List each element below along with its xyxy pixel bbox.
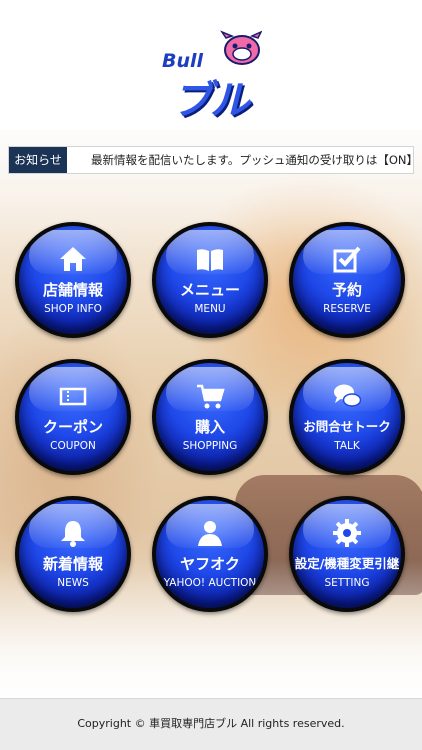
bell-icon (61, 521, 85, 547)
brand-logo: Bull ブル (160, 30, 270, 124)
checkbox-icon (333, 246, 361, 273)
menu-button-reserve[interactable]: 予約 RESERVE (289, 222, 405, 338)
book-icon (197, 249, 223, 271)
notice-bar[interactable]: お知らせ 最新情報を配信いたします。プッシュ通知の受け取りは【ON】でご設定くだ… (8, 146, 414, 174)
menu-label-en: SETTING (324, 577, 370, 589)
menu-label-en: TALK (334, 440, 360, 452)
copyright-text: Copyright © 車買取専門店ブル All rights reserved… (77, 717, 345, 730)
house-icon (60, 247, 86, 271)
menu-label-jp: 購入 (194, 418, 225, 436)
menu-label-jp: クーポン (42, 418, 103, 436)
menu-button-setting[interactable]: 設定/機種変更引継 SETTING (289, 496, 405, 612)
notice-label: お知らせ (9, 147, 67, 173)
menu-label-jp: 新着情報 (42, 555, 103, 573)
menu-label-en: YAHOO! AUCTION (163, 577, 257, 589)
notice-ticker-text: 最新情報を配信いたします。プッシュ通知の受け取りは【ON】でご設定ください。 (91, 153, 413, 167)
menu-label-en: SHOP INFO (44, 303, 102, 315)
bulldog-mascot-icon (220, 30, 262, 65)
menu-button-menu[interactable]: メニュー MENU (152, 222, 268, 338)
logo-main-text: ブル (172, 78, 250, 124)
menu-label-jp: 店舗情報 (42, 281, 103, 299)
chat-bubbles-icon (334, 384, 362, 407)
menu-label-en: SHOPPING (182, 440, 238, 452)
menu-label-jp: 予約 (331, 281, 362, 299)
menu-label-jp: 設定/機種変更引継 (294, 556, 400, 571)
footer: Copyright © 車買取専門店ブル All rights reserved… (0, 698, 422, 750)
menu-button-talk[interactable]: お問合せトーク TALK (289, 359, 405, 475)
menu-button-shopping[interactable]: 購入 SHOPPING (152, 359, 268, 475)
menu-label-en: NEWS (57, 577, 89, 589)
menu-label-en: MENU (194, 303, 226, 315)
menu-button-coupon[interactable]: クーポン COUPON (15, 359, 131, 475)
ticket-icon (59, 387, 87, 406)
menu-button-yahoo-auction[interactable]: ヤフオク YAHOO! AUCTION (152, 496, 268, 612)
menu-label-jp: お問合せトーク (303, 419, 391, 434)
menu-label-jp: ヤフオク (180, 555, 240, 573)
menu-label-en: RESERVE (323, 303, 371, 315)
cart-icon (197, 384, 225, 409)
gear-icon (333, 519, 361, 547)
menu-button-news[interactable]: 新着情報 NEWS (15, 496, 131, 612)
app-header: Bull ブル (0, 0, 422, 130)
menu-button-shop-info[interactable]: 店舗情報 SHOP INFO (15, 222, 131, 338)
menu-label-jp: メニュー (179, 281, 240, 299)
menu-label-en: COUPON (50, 440, 96, 452)
person-icon (198, 521, 222, 546)
